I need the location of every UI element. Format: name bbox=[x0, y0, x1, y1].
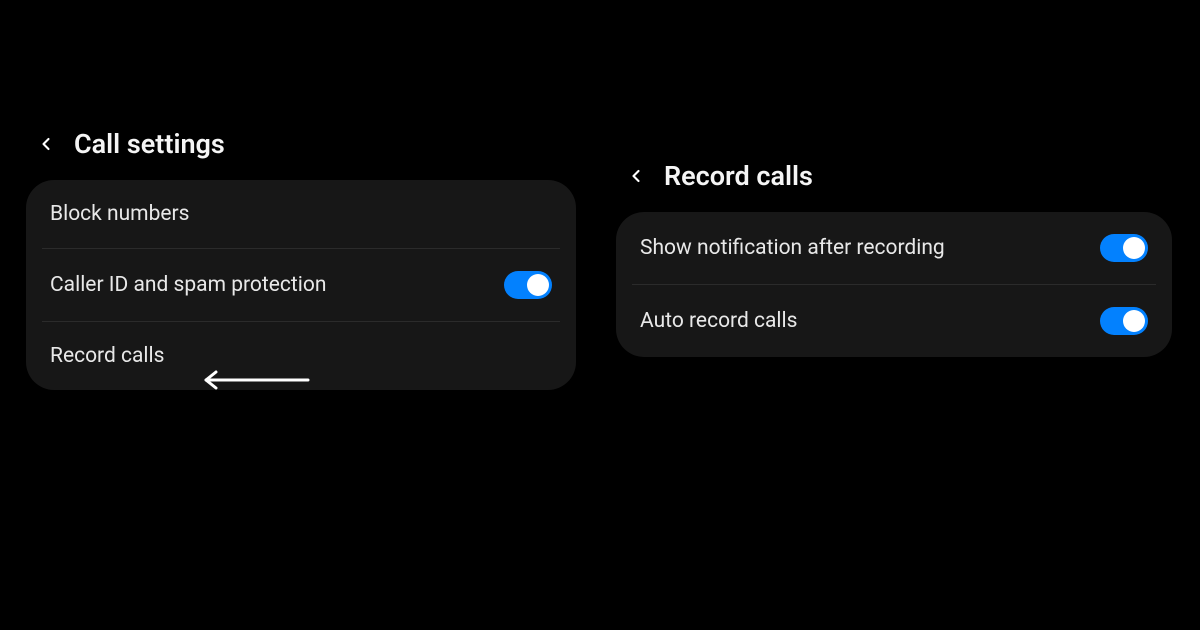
back-icon[interactable] bbox=[34, 132, 58, 156]
row-label: Record calls bbox=[50, 344, 165, 368]
toggle-knob bbox=[527, 274, 549, 296]
call-settings-header: Call settings bbox=[26, 128, 576, 180]
page-title: Record calls bbox=[664, 160, 813, 192]
page-title: Call settings bbox=[74, 128, 225, 160]
caller-id-toggle[interactable] bbox=[504, 271, 552, 299]
row-label: Show notification after recording bbox=[640, 236, 945, 260]
row-label: Caller ID and spam protection bbox=[50, 273, 326, 297]
call-settings-panel: Call settings Block numbers Caller ID an… bbox=[26, 128, 576, 390]
settings-card: Block numbers Caller ID and spam protect… bbox=[26, 180, 576, 390]
record-calls-header: Record calls bbox=[616, 160, 1172, 212]
caller-id-spam-row[interactable]: Caller ID and spam protection bbox=[26, 249, 576, 321]
row-label: Block numbers bbox=[50, 202, 189, 226]
arrow-annotation-icon bbox=[200, 370, 310, 390]
row-label: Auto record calls bbox=[640, 309, 797, 333]
block-numbers-row[interactable]: Block numbers bbox=[26, 180, 576, 248]
auto-record-row[interactable]: Auto record calls bbox=[616, 285, 1172, 357]
toggle-knob bbox=[1123, 237, 1145, 259]
record-calls-panel: Record calls Show notification after rec… bbox=[616, 160, 1172, 357]
toggle-knob bbox=[1123, 310, 1145, 332]
back-icon[interactable] bbox=[624, 164, 648, 188]
show-notification-row[interactable]: Show notification after recording bbox=[616, 212, 1172, 284]
auto-record-toggle[interactable] bbox=[1100, 307, 1148, 335]
show-notification-toggle[interactable] bbox=[1100, 234, 1148, 262]
settings-card: Show notification after recording Auto r… bbox=[616, 212, 1172, 357]
